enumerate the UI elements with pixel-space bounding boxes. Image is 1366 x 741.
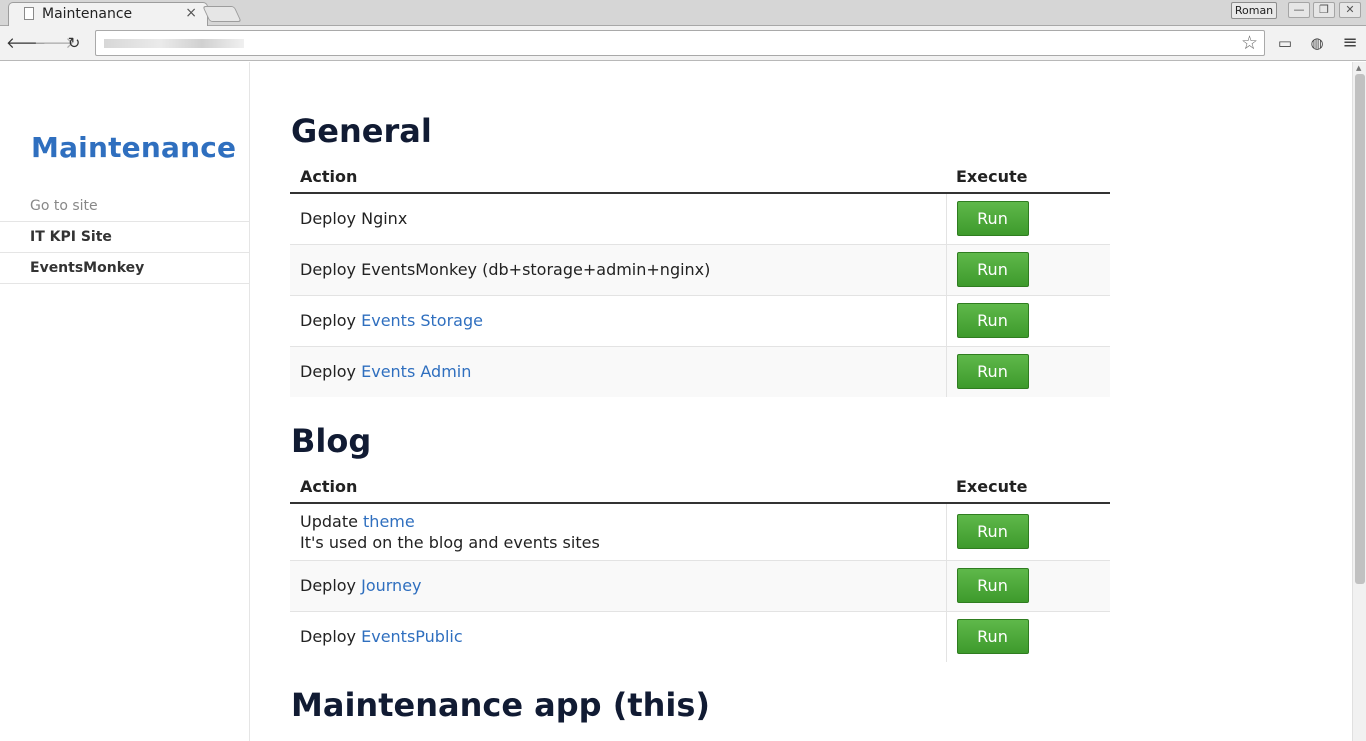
general-table: Action Execute Deploy Nginx Run Deploy E… <box>290 160 1110 397</box>
col-action: Action <box>290 470 946 504</box>
blurred-url <box>104 39 244 48</box>
action-text: Deploy Nginx <box>300 209 408 229</box>
section-title-blog: Blog <box>291 422 372 460</box>
journey-link[interactable]: Journey <box>361 576 421 595</box>
sidebar-item-eventsmonkey[interactable]: EventsMonkey <box>0 253 249 284</box>
sidebar-item-it-kpi-site[interactable]: IT KPI Site <box>0 222 249 253</box>
section-title-maintenance-app: Maintenance app (this) <box>291 686 711 724</box>
sidebar: Maintenance Go to site IT KPI Site Event… <box>0 62 250 741</box>
run-button[interactable]: Run <box>956 252 1029 287</box>
tab-title: Maintenance <box>42 6 133 22</box>
table-row: Deploy EventsMonkey (db+storage+admin+ng… <box>290 243 1110 295</box>
menu-icon[interactable]: ≡ <box>1339 32 1361 54</box>
reload-icon[interactable]: ↻ <box>63 32 85 54</box>
table-row: Deploy Events Storage Run <box>290 294 1110 346</box>
browser-tab[interactable]: Maintenance × <box>8 2 208 26</box>
blog-table: Action Execute Update theme It's used on… <box>290 470 1110 662</box>
page-content: Maintenance Go to site IT KPI Site Event… <box>0 62 1352 741</box>
action-text: Deploy <box>300 362 362 382</box>
sidebar-item-go-to-site[interactable]: Go to site <box>0 191 249 222</box>
minimize-icon[interactable]: — <box>1288 2 1310 18</box>
run-button[interactable]: Run <box>956 201 1029 237</box>
run-button[interactable]: Run <box>956 568 1029 603</box>
col-execute: Execute <box>946 160 1110 194</box>
table-row: Deploy EventsPublic Run <box>290 610 1110 662</box>
col-execute: Execute <box>946 470 1110 504</box>
page-icon <box>24 7 34 20</box>
action-text: Deploy EventsMonkey (db+storage+admin+ng… <box>300 260 711 279</box>
table-row: Deploy Events Admin Run <box>290 345 1110 397</box>
address-bar[interactable]: ☆ <box>95 30 1265 56</box>
browser-toolbar: 🡐 🡒 ↻ ☆ ▭ ◍ ≡ <box>0 26 1366 61</box>
run-button[interactable]: Run <box>956 514 1029 550</box>
table-row: Update theme It's used on the blog and e… <box>290 502 1110 560</box>
action-cell: Deploy Nginx <box>290 192 946 244</box>
run-button[interactable]: Run <box>956 303 1029 338</box>
sidebar-nav: Go to site IT KPI Site EventsMonkey <box>0 191 249 284</box>
action-cell: Deploy Events Admin <box>290 345 946 397</box>
action-text: Deploy <box>300 627 362 647</box>
scroll-thumb[interactable] <box>1355 74 1365 584</box>
eventspublic-link[interactable]: EventsPublic <box>361 627 463 646</box>
action-text: Update <box>300 511 364 531</box>
page-scrollbar[interactable]: ▲ <box>1352 62 1366 741</box>
section-title-general: General <box>291 112 432 150</box>
table-row: Deploy Journey Run <box>290 559 1110 611</box>
action-cell: Deploy Journey <box>290 559 946 611</box>
bookmark-star-icon[interactable]: ☆ <box>1241 32 1258 54</box>
table-row: Deploy Nginx Run <box>290 192 1110 244</box>
profile-button[interactable]: Roman <box>1231 2 1277 19</box>
action-cell: Deploy Events Storage <box>290 294 946 346</box>
action-text: Deploy <box>300 311 362 330</box>
browser-titlebar: Maintenance × Roman — ❐ ✕ <box>0 0 1366 26</box>
forward-icon[interactable]: 🡒 <box>34 32 74 54</box>
cast-icon[interactable]: ▭ <box>1274 32 1296 54</box>
restore-icon[interactable]: ❐ <box>1313 2 1335 18</box>
tab-close-icon[interactable]: × <box>185 5 197 21</box>
run-button[interactable]: Run <box>956 619 1029 655</box>
extension-icon[interactable]: ◍ <box>1306 32 1328 54</box>
close-window-icon[interactable]: ✕ <box>1339 2 1361 18</box>
action-cell: Update theme It's used on the blog and e… <box>290 502 946 560</box>
action-cell: Deploy EventsMonkey (db+storage+admin+ng… <box>290 243 946 295</box>
col-action: Action <box>290 160 946 194</box>
theme-link[interactable]: theme <box>363 512 415 531</box>
action-note: It's used on the blog and events sites <box>300 532 600 552</box>
run-button[interactable]: Run <box>956 354 1029 390</box>
scroll-up-icon[interactable]: ▲ <box>1356 64 1361 72</box>
new-tab-button[interactable] <box>202 6 242 22</box>
events-admin-link[interactable]: Events Admin <box>361 362 471 381</box>
action-text: Deploy <box>300 576 362 595</box>
back-icon[interactable]: 🡐 <box>6 32 46 54</box>
brand-title[interactable]: Maintenance <box>31 131 236 164</box>
events-storage-link[interactable]: Events Storage <box>361 311 483 330</box>
action-cell: Deploy EventsPublic <box>290 610 946 662</box>
